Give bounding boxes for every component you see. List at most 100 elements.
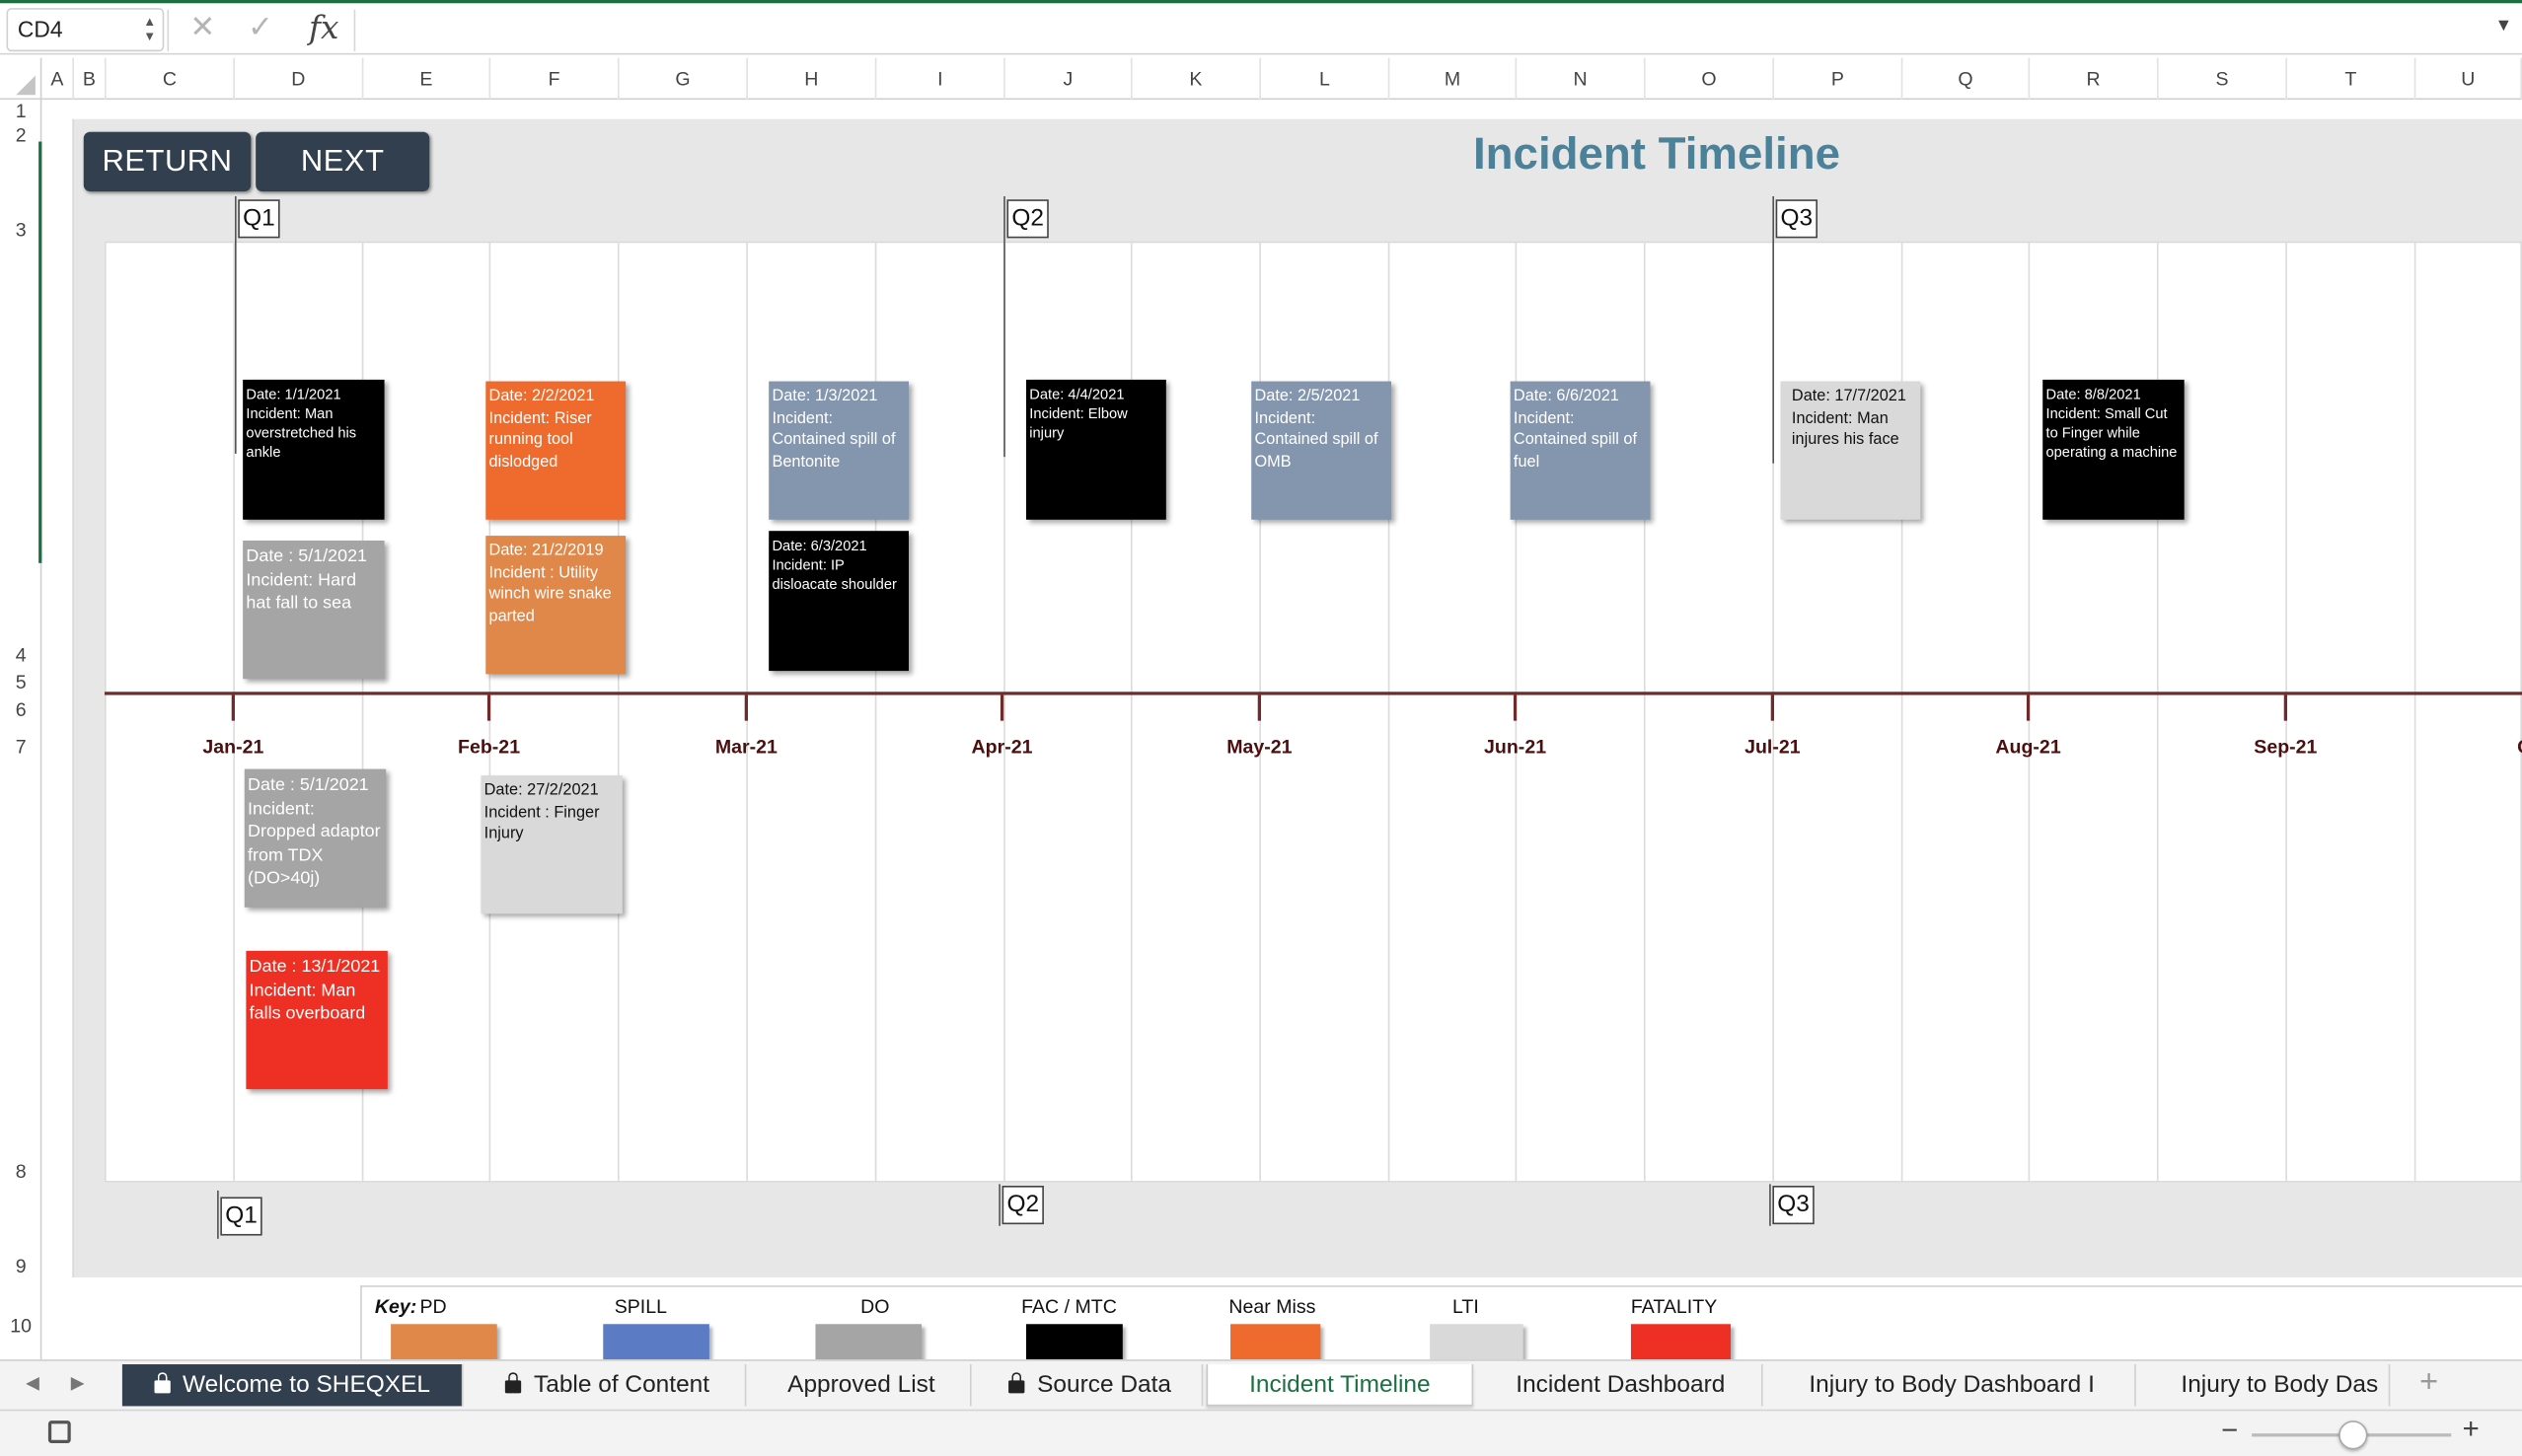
incident-card[interactable]: Date: 1/1/2021 Incident: Man overstretch… xyxy=(243,379,385,520)
axis-tick xyxy=(1000,694,1004,721)
name-box-stepper-icon[interactable]: ▲ ▼ xyxy=(143,15,156,43)
cancel-icon[interactable]: ✕ xyxy=(189,10,215,47)
tab-incident-timeline[interactable]: Incident Timeline xyxy=(1206,1364,1474,1407)
tab-approved-list[interactable]: Approved List xyxy=(753,1364,972,1407)
add-sheet-icon[interactable]: + xyxy=(2419,1364,2438,1402)
zoom-out-icon[interactable]: − xyxy=(2221,1415,2238,1448)
tab-source-data[interactable]: Source Data xyxy=(978,1364,1204,1407)
row-header[interactable]: 4 xyxy=(0,643,41,666)
select-all-button[interactable] xyxy=(0,57,42,101)
column-header[interactable]: R xyxy=(2030,57,2159,101)
incident-card[interactable]: Date: 2/5/2021 Incident: Contained spill… xyxy=(1251,381,1392,520)
row-header[interactable]: 7 xyxy=(0,735,41,758)
quarter-line xyxy=(217,1190,219,1239)
column-header[interactable]: M xyxy=(1389,57,1518,101)
page-layout-icon[interactable] xyxy=(47,1420,71,1443)
row-header[interactable]: 2 xyxy=(0,124,41,147)
enter-icon[interactable]: ✓ xyxy=(248,10,273,47)
column-header[interactable]: E xyxy=(363,57,491,101)
column-header[interactable]: K xyxy=(1133,57,1261,101)
row-header[interactable]: 9 xyxy=(0,1255,41,1277)
tab-label: Welcome to SHEQXEL xyxy=(183,1370,431,1399)
incident-card[interactable]: Date: 6/3/2021 Incident: IP disloacate s… xyxy=(769,531,910,672)
column-header[interactable]: D xyxy=(235,57,364,101)
column-header[interactable]: N xyxy=(1517,57,1646,101)
column-header[interactable]: Q xyxy=(1902,57,2031,101)
legend-key: Key: PD SPILL DO FAC / MTC Near Miss LTI… xyxy=(360,1285,2522,1360)
incident-card[interactable]: Date: 21/2/2019 Incident : Utility winch… xyxy=(485,536,627,675)
tab-table-of-content[interactable]: Table of Content xyxy=(470,1364,747,1407)
incident-card[interactable]: Date: 8/8/2021 Incident: Small Cut to Fi… xyxy=(2042,379,2185,520)
formula-bar: CD4 ▲ ▼ ✕ ✓ fx ▼ xyxy=(0,0,2522,55)
month-label: Jun-21 xyxy=(1484,735,1547,759)
zoom-slider-handle[interactable] xyxy=(2338,1420,2368,1450)
key-label: PD xyxy=(419,1294,447,1318)
column-header[interactable]: J xyxy=(1005,57,1133,101)
axis-tick xyxy=(486,694,491,721)
month-label: Jan-21 xyxy=(202,735,264,759)
incident-card[interactable]: Date: 1/3/2021 Incident: Contained spill… xyxy=(769,381,910,520)
incident-card[interactable]: Date: 2/2/2021 Incident: Riser running t… xyxy=(485,381,627,520)
key-label: FAC / MTC xyxy=(1021,1294,1117,1318)
axis-tick xyxy=(744,694,748,721)
incident-card[interactable]: Date : 5/1/2021 Incident: Hard hat fall … xyxy=(243,540,385,680)
column-header[interactable]: P xyxy=(1774,57,1903,101)
insert-function-icon[interactable]: fx xyxy=(309,8,338,46)
column-header[interactable]: U xyxy=(2415,57,2522,101)
column-header[interactable]: T xyxy=(2287,57,2416,101)
axis-tick xyxy=(1770,694,1775,721)
column-header[interactable]: L xyxy=(1261,57,1390,101)
column-header[interactable]: A xyxy=(41,57,74,101)
next-button[interactable]: NEXT xyxy=(256,131,430,192)
name-box[interactable]: CD4 ▲ ▼ xyxy=(6,8,165,52)
incident-card[interactable]: Date: 17/7/2021 Incident: Man injures hi… xyxy=(1780,381,1921,520)
return-button[interactable]: RETURN xyxy=(83,131,252,192)
column-header[interactable]: S xyxy=(2159,57,2288,101)
month-label: O xyxy=(2517,735,2522,758)
column-header[interactable]: O xyxy=(1646,57,1775,101)
key-title: Key: xyxy=(374,1294,417,1318)
column-header[interactable]: B xyxy=(74,57,107,101)
tab-welcome[interactable]: Welcome to SHEQXEL xyxy=(121,1364,464,1407)
zoom-in-icon[interactable]: + xyxy=(2463,1413,2480,1446)
incident-card[interactable]: Date : 5/1/2021 Incident: Dropped adapto… xyxy=(244,768,387,908)
formula-input[interactable] xyxy=(370,13,2461,48)
column-header[interactable]: C xyxy=(107,57,235,101)
row-header[interactable]: 6 xyxy=(0,698,41,721)
tab-incident-dashboard[interactable]: Incident Dashboard xyxy=(1480,1364,1763,1407)
tab-label: Injury to Body Das xyxy=(2181,1370,2379,1399)
column-header[interactable]: I xyxy=(876,57,1005,101)
name-box-value: CD4 xyxy=(17,16,63,42)
row-header[interactable]: 10 xyxy=(0,1314,41,1337)
incident-card[interactable]: Date: 6/6/2021 Incident: Contained spill… xyxy=(1510,381,1651,520)
divider xyxy=(167,9,170,52)
key-swatch xyxy=(391,1324,497,1360)
tab-scroll-left-icon[interactable]: ◀ xyxy=(26,1372,39,1394)
row-header[interactable]: 5 xyxy=(0,671,41,693)
column-header[interactable]: F xyxy=(490,57,620,101)
month-label: Sep-21 xyxy=(2254,735,2318,759)
key-swatch xyxy=(1630,1324,1731,1360)
formula-expand-icon[interactable]: ▼ xyxy=(2494,16,2512,36)
month-label: May-21 xyxy=(1226,735,1293,759)
quarter-line xyxy=(1769,1184,1771,1226)
key-label: Near Miss xyxy=(1228,1294,1316,1318)
row-header[interactable]: 8 xyxy=(0,1160,41,1183)
row-header[interactable]: 3 xyxy=(0,219,41,242)
tab-injury-to-body-dashboard-1[interactable]: Injury to Body Dashboard I xyxy=(1769,1364,2136,1407)
divider xyxy=(353,9,356,52)
tab-scroll-right-icon[interactable]: ▶ xyxy=(71,1372,85,1394)
incident-card[interactable]: Date : 13/1/2021 Incident: Man falls ove… xyxy=(246,950,388,1090)
row-header[interactable]: 1 xyxy=(0,100,41,122)
timeline-axis xyxy=(104,692,2522,695)
month-label: Apr-21 xyxy=(971,735,1033,759)
quarter-label-q2: Q2 xyxy=(1001,1186,1044,1225)
incident-card[interactable]: Date: 27/2/2021 Incident : Finger Injury xyxy=(481,775,623,914)
incident-card[interactable]: Date: 4/4/2021 Incident: Elbow injury xyxy=(1026,379,1166,520)
column-header[interactable]: G xyxy=(620,57,748,101)
tab-label: Source Data xyxy=(1037,1370,1172,1399)
column-header[interactable]: H xyxy=(748,57,877,101)
lock-icon xyxy=(153,1372,171,1394)
tab-injury-to-body-dashboard-2[interactable]: Injury to Body Das xyxy=(2142,1364,2391,1407)
quarter-line xyxy=(999,1184,1001,1226)
